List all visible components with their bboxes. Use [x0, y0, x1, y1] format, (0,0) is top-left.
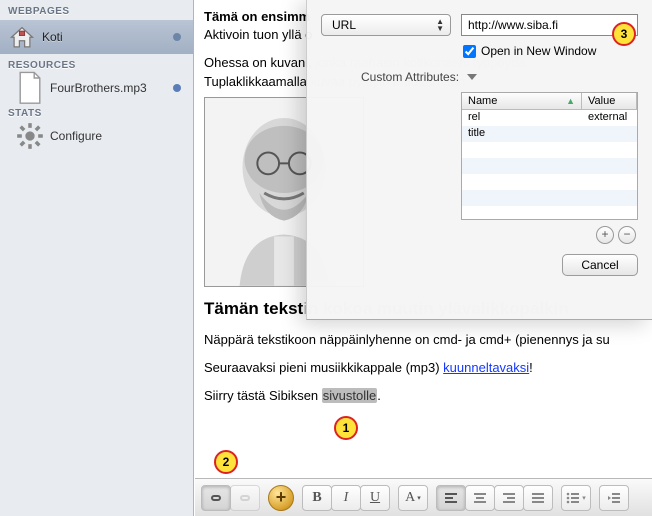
status-dot-icon — [173, 33, 181, 41]
sidebar-section-webpages: WEBPAGES — [0, 0, 193, 20]
insert-link-button[interactable] — [201, 485, 231, 511]
add-element-button[interactable]: + — [268, 485, 294, 511]
custom-attributes-toggle[interactable]: Custom Attributes: — [361, 70, 638, 84]
disclosure-icon — [467, 74, 477, 80]
text-bold-line: Tämä on ensimm — [204, 9, 310, 24]
sidebar-item-label: FourBrothers.mp3 — [50, 81, 173, 95]
sidebar-item-label: Koti — [42, 30, 173, 44]
text-line: Tuplaklikkaamalla — [204, 74, 307, 89]
sidebar: WEBPAGES Koti RESOURCES FourBrothers.mp3… — [0, 0, 194, 516]
annotation-callout-2: 2 — [214, 450, 238, 474]
annotation-callout-3: 3 — [612, 22, 636, 46]
gear-icon — [16, 123, 44, 149]
align-center-button[interactable] — [465, 485, 495, 511]
add-attribute-button[interactable]: + — [596, 226, 614, 244]
home-icon — [8, 24, 36, 50]
text-line: Aktivoin tuon yllä o — [204, 27, 312, 42]
selected-text[interactable]: sivustolle — [322, 388, 377, 403]
table-header: Name▲ Value — [462, 93, 637, 110]
remove-attribute-button[interactable]: − — [618, 226, 636, 244]
annotation-callout-1: 1 — [334, 416, 358, 440]
col-name[interactable]: Name▲ — [462, 93, 582, 109]
link-inspector-sheet: URL ▲▼ Open in New Window Custom Attribu… — [306, 0, 652, 320]
sidebar-item-koti[interactable]: Koti — [0, 20, 193, 54]
bold-button[interactable]: B — [302, 485, 332, 511]
sidebar-item-label: Configure — [50, 129, 185, 143]
attributes-table[interactable]: Name▲ Value rel external title . . . . — [461, 92, 638, 220]
format-toolbar: + B I U A▾ ▾ — [195, 478, 652, 516]
outdent-button[interactable] — [599, 485, 629, 511]
sidebar-section-stats: STATS — [0, 102, 193, 122]
col-value[interactable]: Value — [582, 93, 637, 109]
open-new-window-input[interactable] — [463, 45, 476, 58]
updown-icon: ▲▼ — [436, 18, 444, 32]
align-justify-button[interactable] — [523, 485, 553, 511]
cancel-button[interactable]: Cancel — [562, 254, 638, 276]
align-right-button[interactable] — [494, 485, 524, 511]
file-icon — [16, 75, 44, 101]
remove-link-button[interactable] — [230, 485, 260, 511]
underline-button[interactable]: U — [360, 485, 390, 511]
link-type-value: URL — [332, 18, 356, 32]
table-row[interactable]: rel external — [462, 110, 637, 126]
paragraph-siirry: Siirry tästä Sibiksen sivustolle. — [204, 387, 644, 405]
status-dot-icon — [173, 84, 181, 92]
open-new-window-checkbox[interactable]: Open in New Window — [463, 44, 638, 58]
paragraph-music: Seuraavaksi pieni musiikkikappale (mp3) … — [204, 359, 644, 377]
sidebar-item-fourbrothers[interactable]: FourBrothers.mp3 — [0, 74, 193, 102]
link-kuunneltavaksi[interactable]: kuunneltavaksi — [443, 360, 529, 375]
link-type-combo[interactable]: URL ▲▼ — [321, 14, 451, 36]
heading-2: Tämän tekst — [204, 299, 303, 318]
list-button[interactable]: ▾ — [561, 485, 591, 511]
text-line: Ohessa on kuvani, — [204, 55, 312, 70]
align-left-button[interactable] — [436, 485, 466, 511]
table-row[interactable]: title — [462, 126, 637, 142]
sidebar-item-configure[interactable]: Configure — [0, 122, 193, 150]
italic-button[interactable]: I — [331, 485, 361, 511]
paragraph-shortcut: Näppärä tekstikoon näppäinlyhenne on cmd… — [204, 331, 644, 349]
text-color-button[interactable]: A▾ — [398, 485, 428, 511]
